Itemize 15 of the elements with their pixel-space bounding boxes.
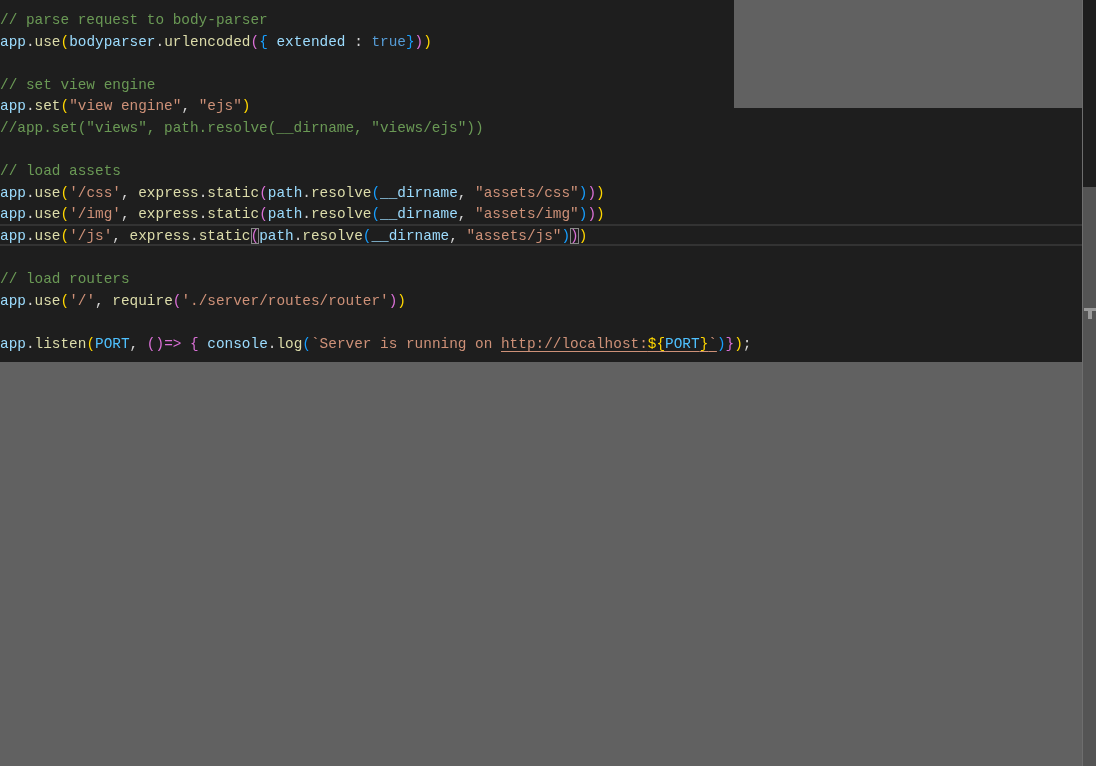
code-line: app.use(bodyparser.urlencoded({ extended : true})) xyxy=(0,33,432,50)
cursor-marker-icon xyxy=(1084,308,1096,320)
code-line: app.set("view engine", "ejs") xyxy=(0,98,251,115)
code-line: app.listen(PORT, ()=> { console.log(`Server is running on http://localhost:${PORT}`)}); xyxy=(0,335,752,352)
code-line: app.use('/img', express.static(path.resolve(__dirname, "assets/img"))) xyxy=(0,206,605,223)
code-line: // load assets xyxy=(0,163,121,180)
code-editor[interactable] xyxy=(0,0,1082,362)
code-line: app.use('/js', express.static(path.resolve(__dirname, "assets/js"))) xyxy=(0,227,588,244)
code-line: //app.set("views", path.resolve(__dirname, "views/ejs")) xyxy=(0,119,484,136)
code-line: app.use('/', require('./server/routes/router')) xyxy=(0,292,406,309)
code-line: // load routers xyxy=(0,271,130,288)
code-line: // parse request to body-parser xyxy=(0,12,268,28)
code-line: app.use('/css', express.static(path.resolve(__dirname, "assets/css"))) xyxy=(0,184,605,201)
code-line: // set view engine xyxy=(0,76,156,93)
scrollbar-thumb[interactable] xyxy=(1083,187,1096,766)
